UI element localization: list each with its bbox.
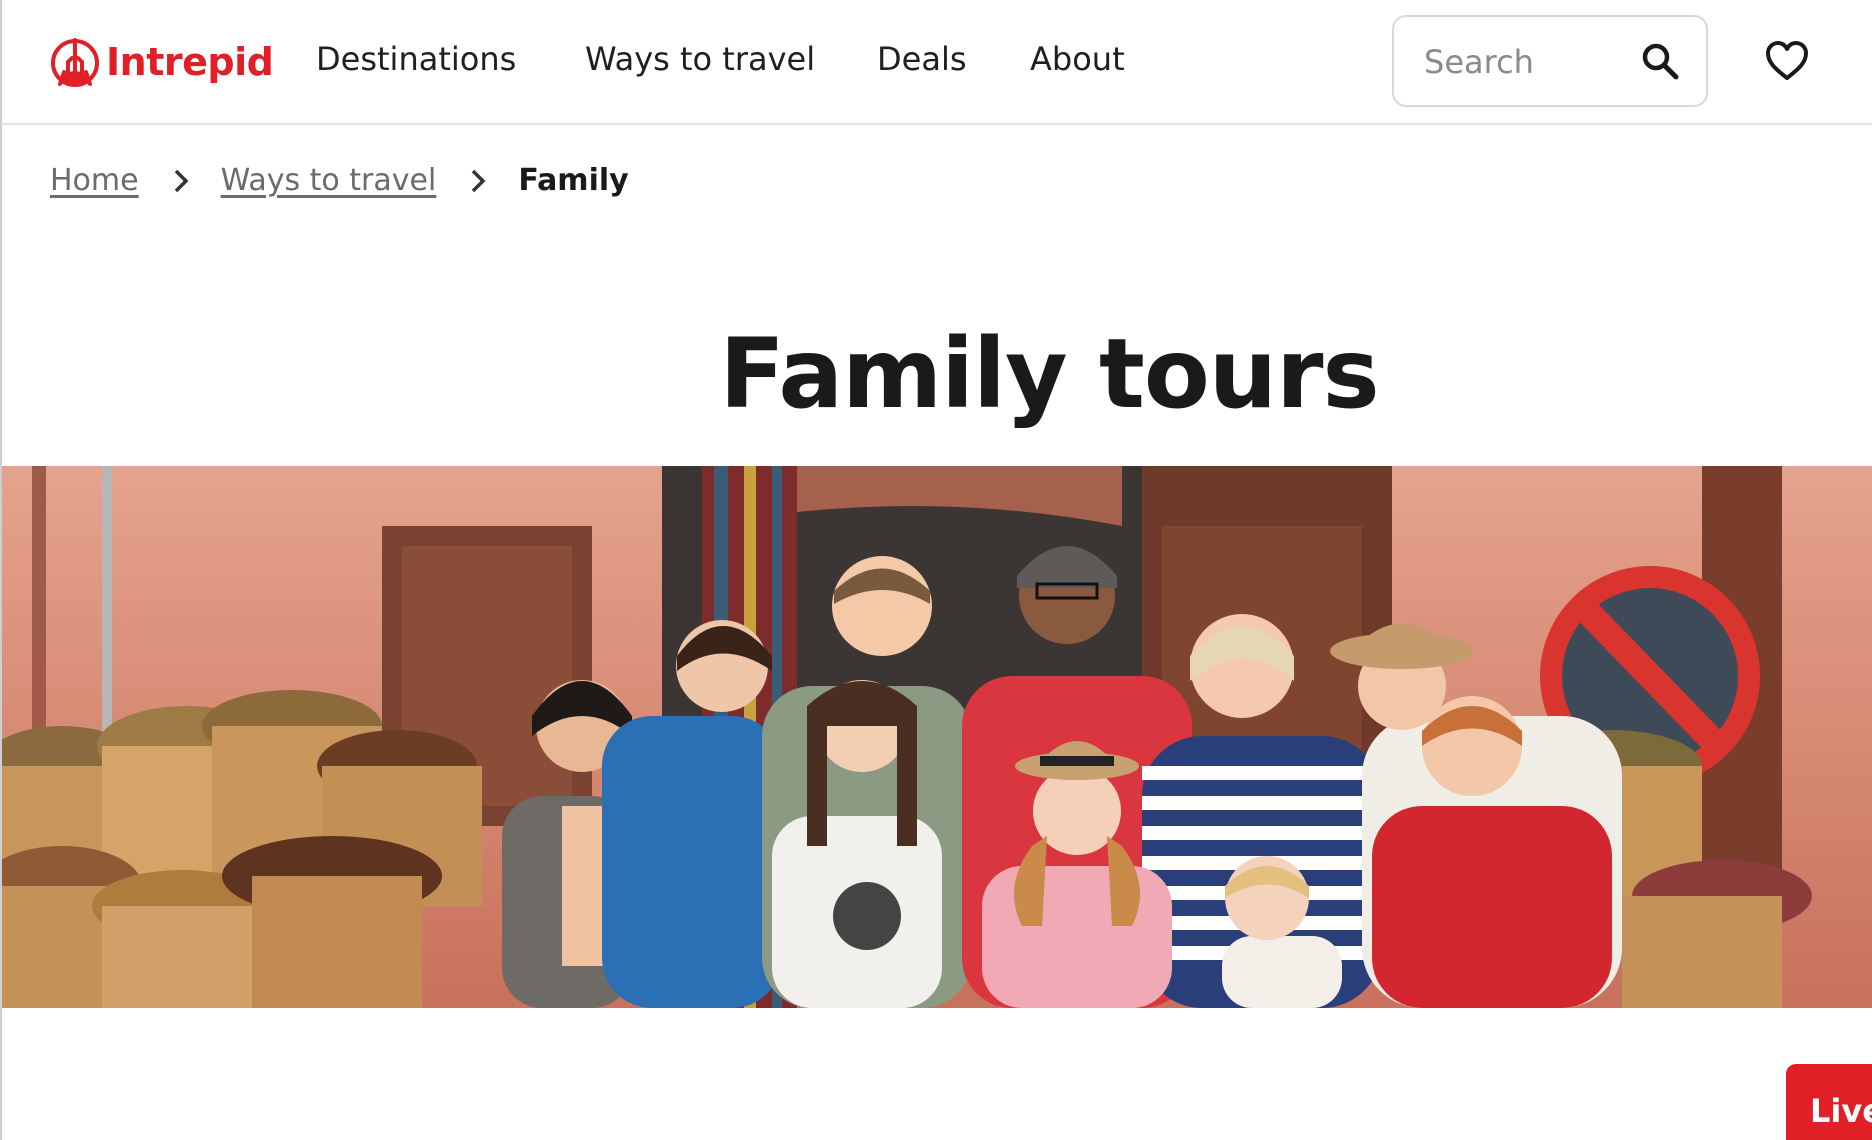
- nav-item-destinations[interactable]: Destinations: [316, 40, 516, 78]
- breadcrumb-current: Family: [518, 163, 629, 198]
- logo[interactable]: Intrepid: [50, 36, 274, 88]
- search-input[interactable]: [1424, 39, 1624, 85]
- search-box: [1392, 15, 1708, 107]
- breadcrumb-home-link[interactable]: Home: [50, 163, 139, 198]
- nav-item-about[interactable]: About: [1030, 40, 1125, 78]
- nav-item-deals[interactable]: Deals: [877, 40, 967, 78]
- breadcrumb-ways-to-travel-link[interactable]: Ways to travel: [221, 163, 437, 198]
- heart-icon[interactable]: [1764, 40, 1810, 82]
- logo-text: Intrepid: [106, 40, 274, 84]
- intrepid-logo-icon: [51, 38, 99, 87]
- page: Intrepid Destinations Ways to travel Dea…: [0, 0, 1872, 1140]
- nav-item-ways-to-travel[interactable]: Ways to travel: [585, 40, 815, 78]
- chevron-right-icon: [472, 169, 486, 192]
- breadcrumb: Home Ways to travel Family: [50, 163, 629, 198]
- live-chat-button[interactable]: Live: [1786, 1064, 1872, 1140]
- site-header: Intrepid Destinations Ways to travel Dea…: [2, 0, 1872, 125]
- chevron-right-icon: [174, 169, 189, 192]
- search-icon[interactable]: [1640, 41, 1680, 81]
- hero-image: [2, 466, 1872, 1008]
- page-title: Family tours: [719, 318, 1379, 430]
